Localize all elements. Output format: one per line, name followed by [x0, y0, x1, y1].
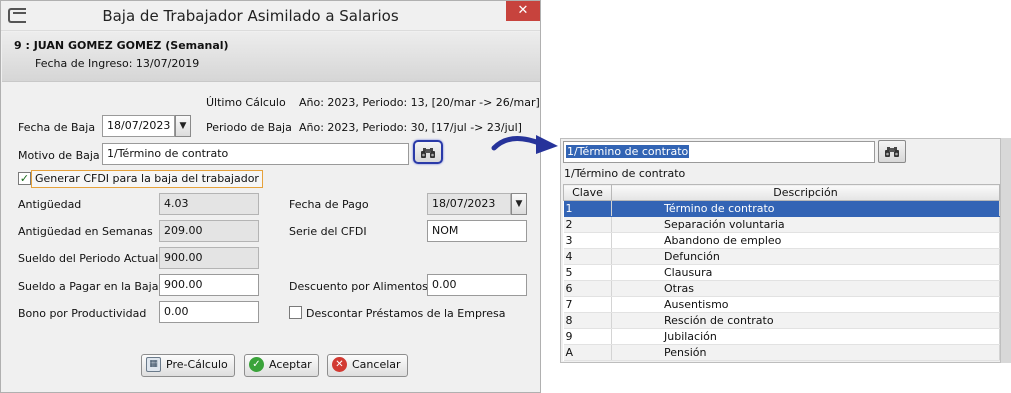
sueldo-periodo-field: 900.00	[159, 247, 259, 269]
descripcion-cell: Separación voluntaria	[611, 216, 1000, 233]
descontar-prestamos-label[interactable]: Descontar Préstamos de la Empresa	[306, 307, 505, 320]
popup-search-input[interactable]: 1/Término de contrato	[563, 141, 875, 163]
bono-field[interactable]: 0.00	[159, 301, 259, 323]
descripcion-cell: Pensión	[611, 344, 1000, 361]
chevron-down-icon[interactable]: ▼	[175, 115, 191, 137]
descuento-alimentos-label: Descuento por Alimentos	[289, 280, 428, 293]
motivo-search-button[interactable]	[413, 140, 443, 164]
table-row[interactable]: 7 Ausentismo	[563, 296, 1000, 313]
clave-cell: 2	[563, 216, 612, 233]
clave-cell: A	[563, 344, 612, 361]
calculator-icon: ▦	[146, 356, 161, 372]
clave-cell: 9	[563, 328, 612, 345]
clave-cell: 1	[563, 200, 612, 217]
descripcion-cell: Clausura	[611, 264, 1000, 281]
antiguedad-label: Antigüedad	[18, 198, 82, 211]
sueldo-periodo-label: Sueldo del Periodo Actual	[18, 252, 159, 265]
descuento-alimentos-field[interactable]: 0.00	[427, 274, 527, 296]
descripcion-cell: Resción de contrato	[611, 312, 1000, 329]
callout-arrow	[491, 135, 558, 154]
ultimo-calculo-value: Año: 2023, Periodo: 13, [20/mar -> 26/ma…	[299, 96, 540, 109]
table-row[interactable]: 3 Abandono de empleo	[563, 232, 1000, 249]
popup-search-button[interactable]	[878, 140, 906, 163]
aceptar-button[interactable]: ✓ Aceptar	[244, 354, 319, 377]
clave-cell: 8	[563, 312, 612, 329]
bono-label: Bono por Productividad	[18, 307, 147, 320]
clave-cell: 7	[563, 296, 612, 313]
antiguedad-semanas-label: Antigüedad en Semanas	[18, 225, 153, 238]
serie-cfdi-field[interactable]: NOM	[427, 220, 527, 242]
baja-dialog: Baja de Trabajador Asimilado a Salarios …	[0, 0, 541, 393]
clave-cell: 5	[563, 264, 612, 281]
table-row[interactable]: 9 Jubilación	[563, 328, 1000, 345]
table-row[interactable]: 6 Otras	[563, 280, 1000, 297]
cancelar-button[interactable]: ✕ Cancelar	[327, 354, 408, 377]
title-bar[interactable]: Baja de Trabajador Asimilado a Salarios …	[1, 1, 540, 31]
chevron-down-icon[interactable]: ▼	[511, 193, 527, 215]
table-row[interactable]: 4 Defunción	[563, 248, 1000, 265]
descripcion-cell: Ausentismo	[611, 296, 1000, 313]
motivo-table: Clave Descripción 1 Término de contrato 2 S…	[563, 184, 1000, 361]
hire-date: Fecha de Ingreso: 13/07/2019	[35, 57, 200, 70]
serie-cfdi-label: Serie del CFDI	[289, 225, 367, 238]
employee-header: 9 : JUAN GOMEZ GOMEZ (Semanal) Fecha de …	[2, 32, 540, 82]
cfdi-checkbox-label[interactable]: Generar CFDI para la baja del trabajador	[31, 170, 263, 188]
sueldo-pagar-field[interactable]: 900.00	[159, 274, 259, 296]
clave-cell: 4	[563, 248, 612, 265]
column-header-clave[interactable]: Clave	[563, 184, 612, 201]
aceptar-label: Aceptar	[269, 358, 312, 371]
descripcion-cell: Defunción	[611, 248, 1000, 265]
fecha-baja-label: Fecha de Baja	[18, 121, 96, 134]
cfdi-checkbox[interactable]: ✓	[18, 172, 31, 185]
check-circle-icon: ✓	[249, 356, 264, 372]
table-row[interactable]: 8 Resción de contrato	[563, 312, 1000, 329]
cancelar-label: Cancelar	[352, 358, 401, 371]
ultimo-calculo-label: Último Cálculo	[206, 96, 286, 109]
precalculo-label: Pre-Cálculo	[166, 358, 228, 371]
binoculars-icon	[885, 147, 899, 157]
antiguedad-semanas-field: 209.00	[159, 220, 259, 242]
periodo-baja-label: Periodo de Baja	[206, 121, 292, 134]
table-row[interactable]: A Pensión	[563, 344, 1000, 361]
popup-scrollbar[interactable]	[1000, 138, 1011, 363]
column-header-descripcion[interactable]: Descripción	[611, 184, 1000, 201]
descripcion-cell: Abandono de empleo	[611, 232, 1000, 249]
descripcion-cell: Otras	[611, 280, 1000, 297]
employee-name: 9 : JUAN GOMEZ GOMEZ (Semanal)	[14, 39, 229, 52]
popup-caption: 1/Término de contrato	[564, 167, 686, 180]
descontar-prestamos-checkbox[interactable]	[289, 306, 302, 319]
dialog-title: Baja de Trabajador Asimilado a Salarios	[102, 7, 399, 25]
descripcion-cell: Término de contrato	[611, 200, 1000, 217]
motivo-baja-label: Motivo de Baja	[18, 149, 100, 162]
fecha-pago-label: Fecha de Pago	[289, 198, 369, 211]
close-icon: ✕	[517, 3, 529, 18]
antiguedad-field: 4.03	[159, 193, 259, 215]
table-row[interactable]: 5 Clausura	[563, 264, 1000, 281]
clave-cell: 3	[563, 232, 612, 249]
clave-cell: 6	[563, 280, 612, 297]
binoculars-icon	[421, 148, 435, 158]
periodo-baja-value: Año: 2023, Periodo: 30, [17/jul -> 23/ju…	[299, 121, 522, 134]
fecha-baja-field[interactable]: 18/07/2023	[102, 115, 175, 137]
motivo-baja-field[interactable]: 1/Término de contrato	[102, 143, 409, 165]
descripcion-cell: Jubilación	[611, 328, 1000, 345]
table-row[interactable]: 1 Término de contrato	[563, 200, 1000, 217]
precalculo-button[interactable]: ▦ Pre-Cálculo	[141, 354, 235, 377]
sueldo-pagar-label: Sueldo a Pagar en la Baja	[18, 280, 159, 293]
cancel-circle-icon: ✕	[332, 356, 347, 372]
table-row[interactable]: 2 Separación voluntaria	[563, 216, 1000, 233]
popup-search-text: 1/Término de contrato	[566, 145, 690, 158]
fecha-pago-field: 18/07/2023	[427, 193, 511, 215]
close-button[interactable]: ✕	[506, 1, 540, 21]
